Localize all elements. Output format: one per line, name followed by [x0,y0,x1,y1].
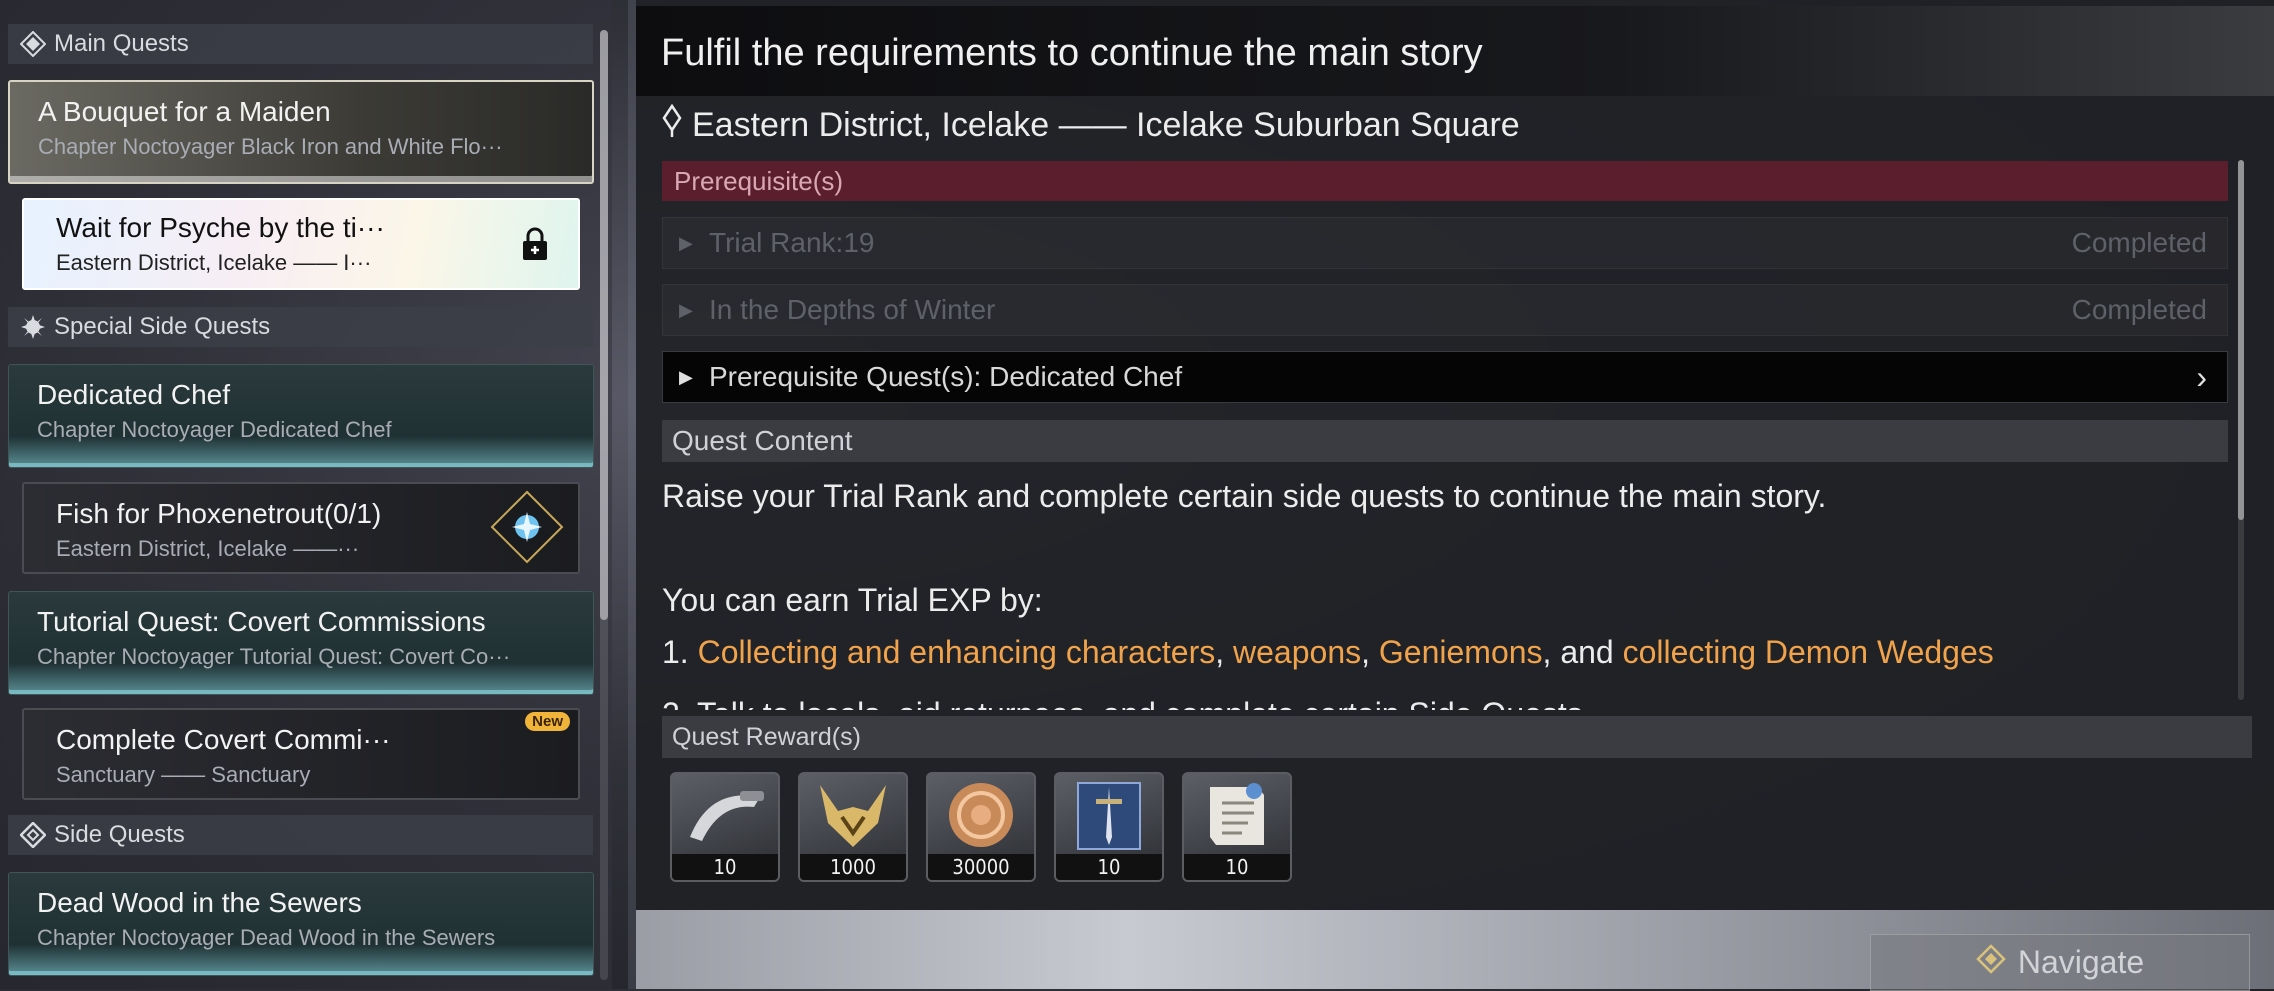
quest-card[interactable]: Tutorial Quest: Covert Commissions Chapt… [8,591,594,695]
prerequisite-row-link[interactable]: ▶ Prerequisite Quest(s): Dedicated Chef … [662,351,2228,403]
side-quest-icon [20,822,46,848]
quest-content-text[interactable]: Raise your Trial Rank and complete certa… [662,470,2228,710]
quest-card-selected[interactable]: Wait for Psyche by the ti··· Eastern Dis… [22,198,580,290]
highlight-text: collecting Demon Wedges [1622,634,1994,670]
detail-header: Fulfil the requirements to continue the … [636,6,2274,96]
reward-item[interactable]: 30000 [926,772,1036,882]
reward-quantity: 30000 [928,854,1034,880]
quest-subtitle: Chapter Noctoyager Tutorial Quest: Cover… [37,644,511,669]
content-list-item: 2. Talk to locals, aid returnees, and co… [662,688,2228,710]
prerequisite-status: Completed [2071,294,2207,325]
section-special-side-quests[interactable]: Special Side Quests [8,307,593,347]
quest-subtitle: Chapter Noctoyager Dedicated Chef [37,417,392,442]
quest-title: Dedicated Chef [37,379,231,410]
quest-subtitle: Chapter Noctoyager Dead Wood in the Sewe… [37,925,496,950]
content-list-item: 1. Collecting and enhancing characters, … [662,634,1994,670]
navigate-label: Navigate [2017,944,2145,980]
section-main-quests[interactable]: Main Quests [8,24,593,64]
location-pin-icon [662,103,682,147]
highlight-text: Collecting and enhancing characters [697,634,1216,670]
highlight-text: Geniemons [1378,634,1543,670]
quest-card[interactable]: Fish for Phoxenetrout(0/1) Eastern Distr… [22,482,580,574]
main-quest-icon [20,31,46,57]
reward-item[interactable]: 10 [1054,772,1164,882]
detail-scroll-thumb[interactable] [2238,160,2244,520]
scythe-item-icon [672,774,778,854]
horned-mask-icon [800,774,906,854]
navigate-diamond-icon [1976,943,2006,982]
quest-title: Wait for Psyche by the ti··· [56,212,385,243]
reward-quantity: 1000 [800,854,906,880]
quest-title: A Bouquet for a Maiden [38,96,331,127]
scroll-document-icon [1184,774,1290,854]
special-quest-icon [20,314,46,340]
blade-book-icon [1056,774,1162,854]
lock-icon [520,226,550,262]
rewards-header: Quest Reward(s) [662,716,2252,758]
expand-arrow-icon: ▶ [679,366,693,387]
prerequisites-header: Prerequisite(s) [662,161,2228,201]
chevron-right-icon: › [2196,358,2207,395]
quest-diamond-icon [490,490,564,564]
detail-scrollbar[interactable] [2238,160,2244,700]
reward-item[interactable]: 1000 [798,772,908,882]
quest-list-scrollbar[interactable] [600,30,608,980]
quest-card[interactable]: A Bouquet for a Maiden Chapter Noctoyage… [8,80,594,184]
quest-card[interactable]: Complete Covert Commi··· Sanctuary —— Sa… [22,708,580,800]
quest-list-panel: Main Quests A Bouquet for a Maiden Chapt… [0,0,612,989]
quest-title: Fish for Phoxenetrout(0/1) [56,498,382,529]
location-text: Eastern District, Icelake —— Icelake Sub… [692,106,1520,144]
quest-detail-panel: Fulfil the requirements to continue the … [636,0,2274,910]
detail-title: Fulfil the requirements to continue the … [661,32,1483,74]
prerequisite-label: In the Depths of Winter [709,294,996,325]
quest-card[interactable]: Dedicated Chef Chapter Noctoyager Dedica… [8,364,594,468]
quest-title: Tutorial Quest: Covert Commissions [37,606,486,637]
prerequisite-label: Trial Rank:19 [709,227,875,258]
reward-item[interactable]: 10 [1182,772,1292,882]
coin-icon [928,774,1034,854]
section-label: Side Quests [54,821,185,848]
section-label: Main Quests [54,30,189,57]
content-line: You can earn Trial EXP by: [662,582,1043,618]
expand-arrow-icon: ▶ [679,232,693,253]
section-side-quests[interactable]: Side Quests [8,815,593,855]
prerequisite-row[interactable]: ▶ In the Depths of Winter Completed [662,284,2228,336]
prerequisite-status: Completed [2071,227,2207,258]
reward-quantity: 10 [1184,854,1290,880]
highlight-text: weapons [1233,634,1362,670]
prerequisite-label: Prerequisite Quest(s): Dedicated Chef [709,361,1183,392]
quest-location: Eastern District, Icelake —— Icelake Sub… [662,103,1520,147]
content-line: Raise your Trial Rank and complete certa… [662,478,1827,514]
quest-title: Dead Wood in the Sewers [37,887,362,918]
quest-title: Complete Covert Commi··· [56,724,391,755]
quest-content-header: Quest Content [662,420,2228,462]
new-badge: New [525,712,570,731]
reward-quantity: 10 [672,854,778,880]
prerequisite-row[interactable]: ▶ Trial Rank:19 Completed [662,217,2228,269]
quest-subtitle: Chapter Noctoyager Black Iron and White … [38,134,503,159]
quest-subtitle: Eastern District, Icelake —— I··· [56,250,372,275]
expand-arrow-icon: ▶ [679,299,693,320]
section-label: Special Side Quests [54,313,271,340]
quest-subtitle: Eastern District, Icelake ——··· [56,536,360,561]
quest-subtitle: Sanctuary —— Sanctuary [56,762,311,787]
quest-list-scroll-thumb[interactable] [600,30,608,620]
reward-quantity: 10 [1056,854,1162,880]
quest-card[interactable]: Dead Wood in the Sewers Chapter Noctoyag… [8,872,594,976]
reward-item[interactable]: 10 [670,772,780,882]
navigate-button[interactable]: Navigate [1870,934,2250,991]
panel-divider [628,0,636,989]
